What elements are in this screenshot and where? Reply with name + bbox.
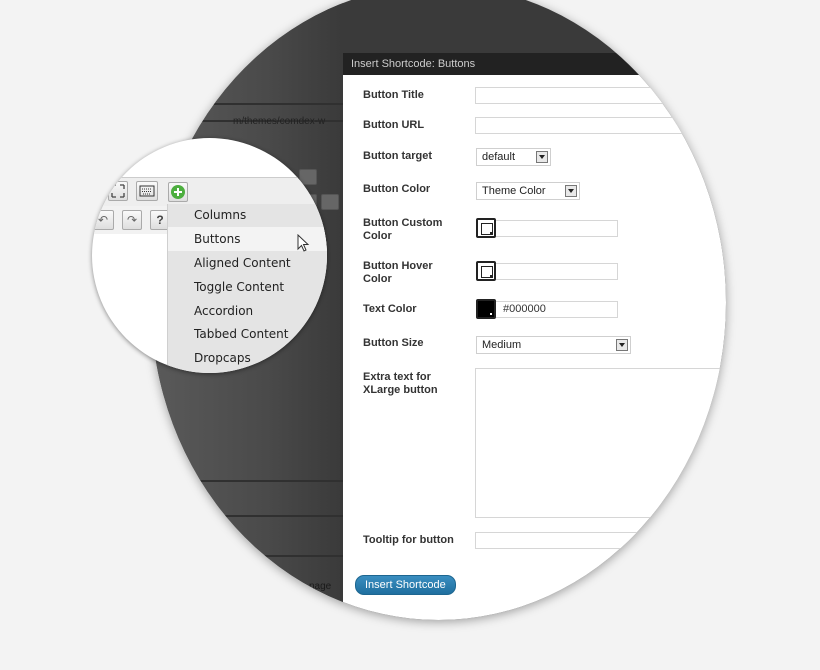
button-custom-color-input[interactable] [476,220,618,237]
shortcode-dialog: Insert Shortcode: Buttons Button Title B… [343,53,726,620]
menu-item-aligned-content[interactable]: Aligned Content [194,256,291,270]
menu-magnifier: ↶ ↷ ? Columns Buttons Aligned Content To… [92,138,327,373]
button-color-value: Theme Color [482,185,546,197]
menu-item-dropcaps[interactable]: Dropcaps [194,351,251,365]
button-color-label: Button Color [363,183,431,195]
tooltip-input[interactable] [475,532,726,549]
button-size-select[interactable]: Medium [476,336,631,354]
menu-item-tabbed-content[interactable]: Tabbed Content [194,327,288,341]
divider [151,515,343,517]
insert-shortcode-button[interactable]: Insert Shortcode [355,575,456,595]
color-picker-swatch[interactable] [476,218,496,238]
button-hover-color-label: Button Hover Color [363,260,433,285]
color-picker-swatch[interactable] [476,299,496,319]
button-target-label: Button target [363,150,433,162]
button-title-label: Button Title [363,89,424,101]
button-size-value: Medium [482,339,522,351]
menu-item-buttons[interactable]: Buttons [194,232,240,246]
dialog-title: Insert Shortcode: Buttons [343,53,726,75]
menu-item-accordion[interactable]: Accordion [194,304,253,318]
redo-icon[interactable]: ↷ [122,210,142,230]
chevron-down-icon [536,151,548,163]
chevron-down-icon [565,185,577,197]
chevron-down-icon [616,339,628,351]
button-url-label: Button URL [363,119,425,131]
text-color-input[interactable]: #000000 [476,301,618,318]
button-custom-color-label: Button Custom Color [363,217,443,242]
divider [151,103,343,105]
tooltip-label: Tooltip for button [363,534,454,546]
extra-text-textarea[interactable] [475,368,726,518]
button-target-value: default [482,151,516,163]
button-hover-color-input[interactable] [476,263,618,280]
mouse-cursor-icon [297,234,310,252]
button-size-label: Button Size [363,337,424,349]
undo-icon[interactable]: ↶ [92,210,114,230]
color-picker-swatch[interactable] [476,261,496,281]
keyboard-icon[interactable] [136,181,158,201]
divider [151,480,343,482]
button-target-select[interactable]: default [476,148,551,166]
button-url-input[interactable] [475,117,726,134]
background-path-text: m/themes/comdex-w [233,116,326,127]
extra-text-label: Extra text for XLarge button [363,371,438,396]
menu-item-toggle-content[interactable]: Toggle Content [194,280,284,294]
text-color-label: Text Color [363,303,417,315]
button-title-input[interactable] [475,87,726,104]
fullscreen-icon[interactable] [108,181,128,201]
shortcode-menu: Columns Buttons Aligned Content Toggle C… [167,204,327,373]
background-page-text: nage [309,581,332,592]
menu-item-columns[interactable]: Columns [194,208,246,222]
button-color-select[interactable]: Theme Color [476,182,580,200]
divider [151,555,343,557]
add-shortcode-icon[interactable] [168,182,188,202]
